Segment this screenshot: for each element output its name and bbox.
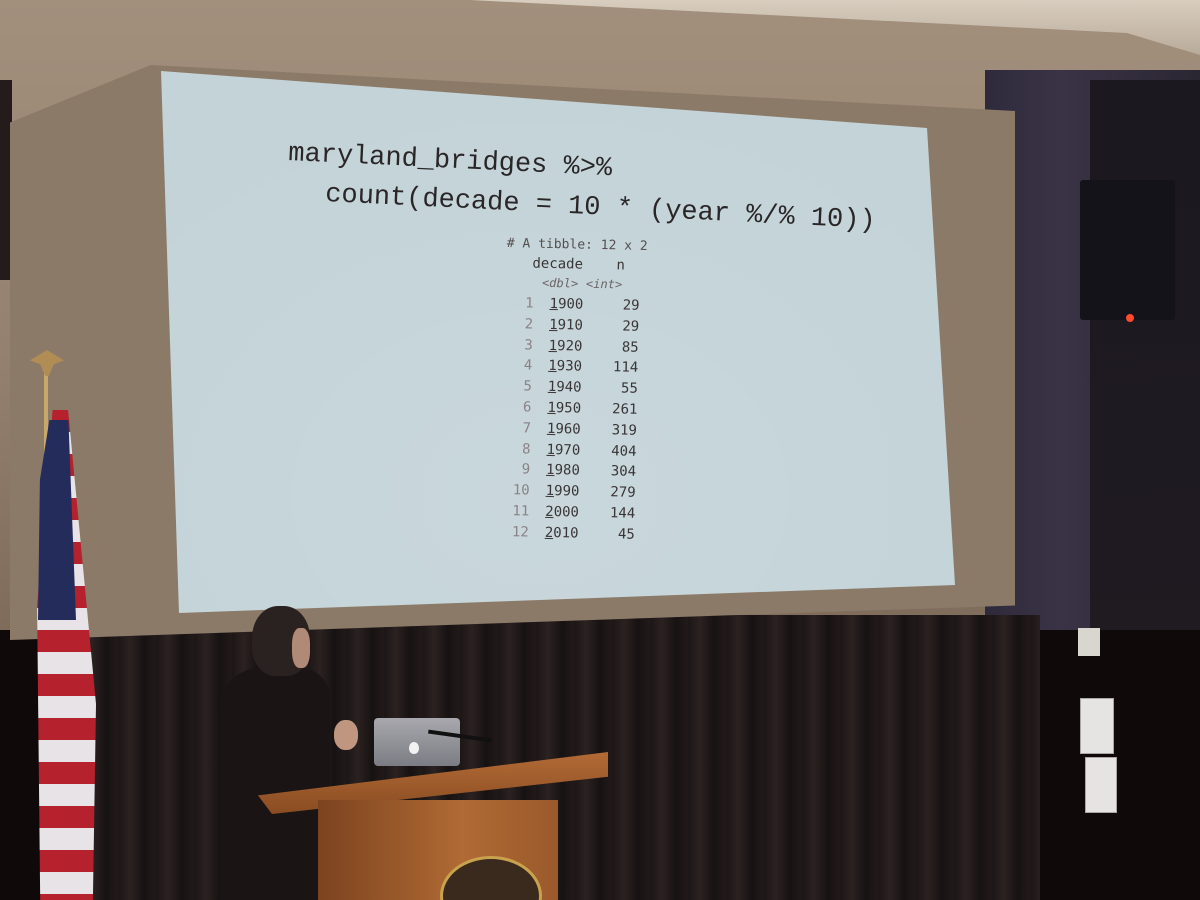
decade-rest-digits: 920 bbox=[556, 337, 583, 355]
decade-rest-digits: 910 bbox=[557, 316, 584, 334]
lecture-hall-photo: maryland_bridges %>% count(decade = 10 *… bbox=[0, 0, 1200, 900]
count-cell: 319 bbox=[611, 422, 638, 439]
decade-rest-digits: 960 bbox=[555, 420, 581, 438]
decade-rest-digits: 000 bbox=[553, 504, 580, 521]
tibble-row: 2 1910 29 bbox=[503, 316, 646, 340]
tibble-header: # A tibble: 12 x 2 bbox=[506, 236, 648, 254]
count-cell: 114 bbox=[612, 359, 639, 377]
decade-cell: 1970 bbox=[546, 441, 596, 458]
row-index: 10 bbox=[512, 482, 530, 499]
row-index: 1 bbox=[524, 295, 534, 312]
column-type-n: <int> bbox=[585, 276, 623, 292]
column-header-n: n bbox=[616, 257, 626, 274]
count-cell: 29 bbox=[622, 318, 640, 335]
presenter-body bbox=[220, 668, 330, 900]
decade-rest-digits: 010 bbox=[553, 524, 579, 542]
decade-cell: 1900 bbox=[549, 296, 599, 313]
count-cell: 144 bbox=[609, 505, 636, 522]
decade-rest-digits: 950 bbox=[555, 400, 582, 417]
tibble-row: 12 2010 45 bbox=[499, 524, 642, 548]
row-index: 8 bbox=[521, 440, 531, 458]
tibble-row: 4 1930 114 bbox=[502, 357, 645, 381]
tibble-row: 3 1920 85 bbox=[502, 337, 645, 361]
row-index: 12 bbox=[511, 523, 529, 541]
tibble-row: 7 1960 319 bbox=[501, 420, 644, 444]
decade-rest-digits: 980 bbox=[554, 462, 580, 479]
decade-cell: 1940 bbox=[548, 379, 598, 396]
decade-cell: 1990 bbox=[545, 483, 595, 500]
row-index: 2 bbox=[524, 316, 534, 333]
tibble-rows: 1 1900 29 2 1910 29 3 1920 85 4 1930 114 5 1940 55 6 195… bbox=[499, 295, 647, 548]
row-index: 6 bbox=[522, 399, 532, 416]
decade-rest-digits: 900 bbox=[557, 296, 584, 313]
count-cell: 55 bbox=[620, 380, 638, 398]
tibble-row: 6 1950 261 bbox=[501, 399, 644, 423]
decade-rest-digits: 970 bbox=[554, 441, 581, 459]
count-cell: 85 bbox=[621, 339, 639, 356]
decade-cell: 1920 bbox=[549, 338, 599, 355]
row-index: 5 bbox=[523, 378, 533, 395]
count-cell: 261 bbox=[611, 401, 638, 418]
row-index: 9 bbox=[521, 461, 531, 478]
tibble-row: 10 1990 279 bbox=[499, 482, 642, 506]
row-index: 3 bbox=[524, 337, 533, 354]
wall-speaker bbox=[1080, 180, 1175, 320]
decade-rest-digits: 930 bbox=[556, 358, 583, 376]
presenter-face bbox=[292, 628, 310, 668]
tibble-row: 1 1900 29 bbox=[503, 295, 646, 319]
decade-cell: 1980 bbox=[546, 462, 596, 479]
decade-cell: 1950 bbox=[547, 400, 597, 417]
column-header-decade: decade bbox=[532, 255, 584, 273]
row-index: 4 bbox=[523, 357, 533, 374]
column-type-decade: <dbl> bbox=[541, 275, 579, 291]
decade-cell: 1910 bbox=[549, 317, 599, 334]
decade-cell: 2000 bbox=[545, 504, 595, 521]
count-cell: 29 bbox=[622, 297, 640, 314]
row-index: 7 bbox=[522, 420, 532, 437]
wall-notice-1 bbox=[1080, 698, 1114, 754]
decade-cell: 1930 bbox=[548, 358, 598, 375]
decade-cell: 2010 bbox=[545, 525, 595, 542]
tibble-row: 5 1940 55 bbox=[502, 378, 645, 402]
count-cell: 279 bbox=[610, 484, 636, 501]
decade-cell: 1960 bbox=[547, 421, 597, 438]
decade-rest-digits: 990 bbox=[553, 483, 580, 500]
decade-rest-digits: 940 bbox=[556, 379, 582, 396]
tibble-row: 8 1970 404 bbox=[500, 441, 643, 465]
row-index: 11 bbox=[512, 503, 530, 520]
count-cell: 304 bbox=[610, 463, 637, 481]
light-switch bbox=[1078, 628, 1100, 656]
apple-logo-icon bbox=[409, 742, 419, 754]
tibble-output: # A tibble: 12 x 2 decade n <dbl> <int> … bbox=[499, 236, 648, 547]
tibble-row: 9 1980 304 bbox=[500, 461, 643, 485]
speaker-led-icon bbox=[1126, 314, 1134, 322]
presenter-hand bbox=[334, 720, 358, 750]
count-cell: 404 bbox=[611, 442, 637, 460]
wall-notice-2 bbox=[1085, 757, 1117, 813]
laptop bbox=[374, 718, 460, 766]
tibble-row: 11 2000 144 bbox=[499, 503, 642, 527]
count-cell: 45 bbox=[617, 526, 635, 543]
